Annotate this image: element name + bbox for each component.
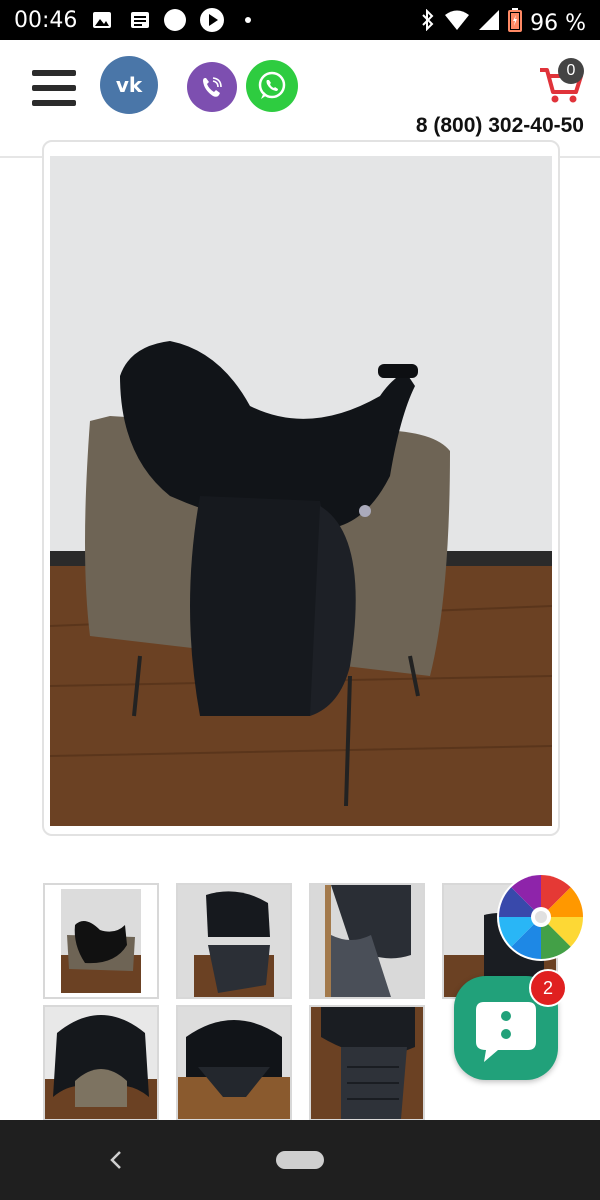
wifi-icon <box>444 9 470 37</box>
thumbnail-3[interactable] <box>309 883 425 999</box>
saddle-photo <box>50 156 552 826</box>
status-right: 96 % <box>420 8 586 38</box>
status-time: 00:46 <box>14 8 78 33</box>
back-icon[interactable] <box>104 1140 128 1180</box>
battery-icon <box>508 8 523 38</box>
thumbnail-7[interactable] <box>309 1005 425 1121</box>
saddle-flap-view <box>311 885 423 997</box>
status-bar: 00:46 96 % <box>0 0 600 40</box>
phone-link[interactable]: 8 (800) 302-40-50 <box>416 114 584 138</box>
saddle-gullet-view <box>45 1007 157 1119</box>
thumbnail-6[interactable] <box>176 1005 292 1121</box>
saddle-side-view <box>45 885 157 997</box>
saddle-underside-view <box>178 1007 290 1119</box>
whatsapp-logo-icon[interactable] <box>246 60 298 112</box>
signal-icon <box>478 9 500 37</box>
fortune-wheel-icon[interactable] <box>496 872 586 962</box>
gallery-icon <box>92 9 112 31</box>
dot-icon <box>243 9 253 31</box>
thumbnail-1[interactable] <box>43 883 159 999</box>
thumbnail-5[interactable] <box>43 1005 159 1121</box>
hamburger-menu-icon[interactable] <box>32 70 76 106</box>
vk-logo-icon[interactable]: vk <box>100 56 158 114</box>
viber-logo-icon[interactable] <box>187 62 237 112</box>
bluetooth-icon <box>420 8 436 37</box>
thumbnail-2[interactable] <box>176 883 292 999</box>
battery-percent: 96 % <box>530 10 586 36</box>
chat-unread-badge: 2 <box>529 969 567 1007</box>
circle-icon <box>163 9 187 31</box>
news-icon <box>130 9 150 31</box>
svg-text:vk: vk <box>116 73 143 97</box>
play-icon <box>199 8 225 32</box>
saddle-panel-view <box>311 1007 423 1119</box>
home-pill[interactable] <box>276 1151 324 1169</box>
cart-count-badge: 0 <box>558 58 584 84</box>
saddle-back-view <box>178 885 290 997</box>
main-image-frame[interactable] <box>42 140 560 836</box>
